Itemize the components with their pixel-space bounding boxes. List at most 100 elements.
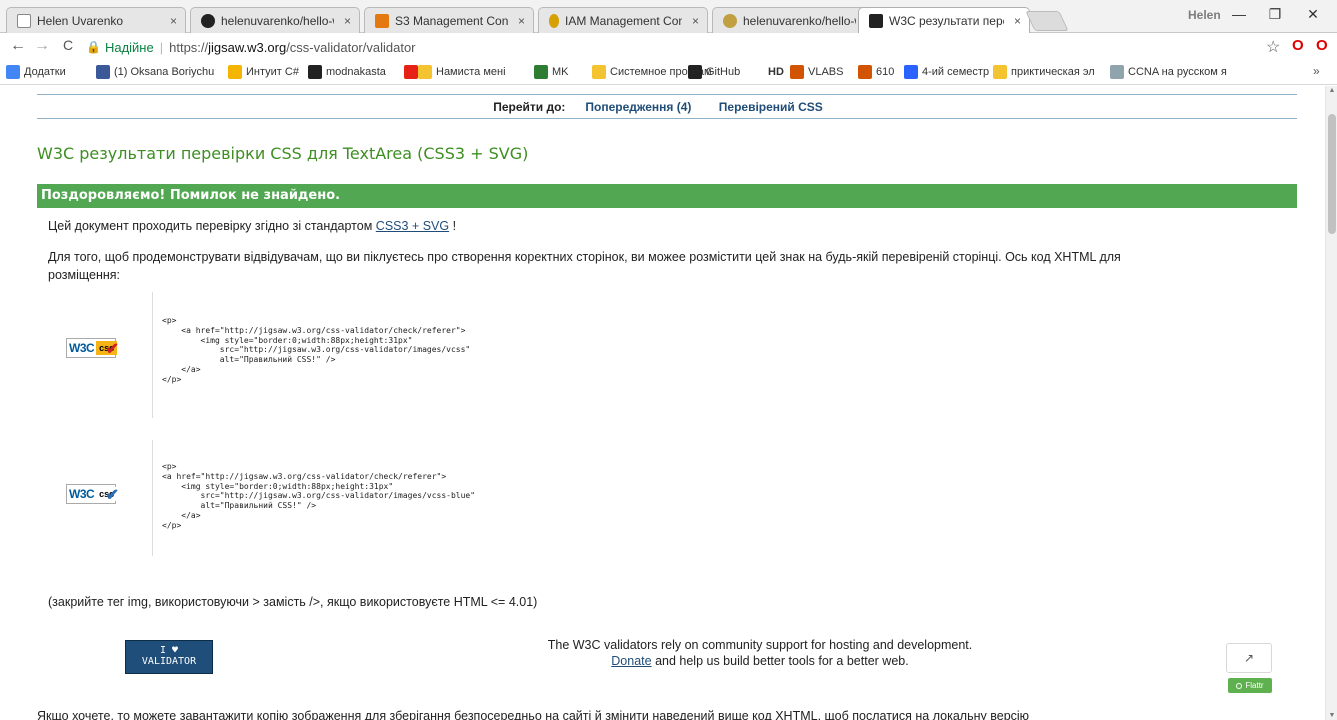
url-scheme: https:// <box>169 39 209 55</box>
close-icon[interactable]: × <box>1014 14 1021 28</box>
community-line2: and help us build better tools for a bet… <box>651 654 909 668</box>
address-separator: | <box>159 39 164 55</box>
community-support: The W3C validators rely on community sup… <box>480 637 1040 669</box>
valid-css-blue-badge[interactable]: W3C css ✔ <box>66 484 119 504</box>
bookmark-icon <box>858 65 872 79</box>
close-icon[interactable]: × <box>692 14 699 28</box>
bookmark-icon <box>404 65 418 79</box>
bookmark-icon <box>418 65 432 79</box>
tab-title: W3C результати перевір <box>889 14 1004 28</box>
close-icon[interactable]: × <box>170 14 177 28</box>
tab-strip: Helen Uvarenko × helenuvarenko/hello-wo … <box>0 0 1337 34</box>
bookmark-icon <box>228 65 242 79</box>
github-icon <box>201 13 215 28</box>
bookmark-item[interactable]: Додатки <box>6 65 66 79</box>
heart-line: I ♥ <box>159 645 179 656</box>
flattr-button[interactable]: Flattr <box>1228 678 1272 693</box>
checkmark-icon: ✔ <box>105 341 119 358</box>
opera-extension-icon[interactable]: O <box>1292 37 1304 54</box>
i-love-validator-logo[interactable]: I ♥ VALIDATOR <box>125 640 213 674</box>
maximize-button[interactable]: ❐ <box>1255 6 1295 23</box>
valid-end: ! <box>452 219 457 233</box>
bookmark-item[interactable]: Интуит C# <box>228 65 299 79</box>
w3c-logo-text: W3C <box>67 341 97 355</box>
bookmark-item[interactable]: 610 <box>858 65 894 79</box>
bookmark-label: VLABS <box>808 66 844 78</box>
jump-label: Перейти до: <box>493 99 566 114</box>
validated-css-link[interactable]: Перевірений CSS <box>719 100 823 114</box>
forward-button[interactable]: → <box>32 37 52 55</box>
url-path: /css-validator/validator <box>286 39 416 55</box>
bookmark-icon <box>790 65 804 79</box>
tab-github-1[interactable]: helenuvarenko/hello-wo × <box>190 7 360 33</box>
bookmark-label: 610 <box>876 66 895 78</box>
close-icon[interactable]: × <box>518 14 525 28</box>
bookmark-label: приктическая эл <box>1011 66 1095 78</box>
success-banner: Поздоровляємо! Помилок не знайдено. <box>37 184 1297 208</box>
bookmarks-bar: Додатки (1) Oksana Boriychu Интуит C# modna… <box>0 61 1337 85</box>
opera-extension-icon-2[interactable]: O <box>1316 37 1328 54</box>
profile-badge[interactable]: Helen <box>1188 8 1221 22</box>
warnings-link[interactable]: Попередження (4) <box>585 100 691 114</box>
bookmark-item[interactable]: HD <box>764 65 784 79</box>
flattr-icon <box>1236 682 1243 689</box>
window-close-button[interactable]: ✕ <box>1293 6 1333 23</box>
iam-icon <box>549 13 559 28</box>
tab-s3-console[interactable]: S3 Management Console × <box>364 7 534 33</box>
close-icon[interactable]: × <box>344 14 351 28</box>
tab-title: IAM Management Conso <box>565 13 682 28</box>
bookmark-star-icon[interactable]: ☆ <box>1266 37 1280 57</box>
bookmark-label: HD <box>768 66 784 78</box>
badge-text-line2: розміщення: <box>48 268 121 282</box>
address-bar[interactable]: 🔒 Надійне | https:// jigsaw.w3.org /css-… <box>86 36 1286 58</box>
bookmark-label: Додатки <box>24 66 66 78</box>
flattr-label: Flattr <box>1245 681 1264 690</box>
bookmark-item[interactable]: GitHub <box>688 65 740 79</box>
url-host: jigsaw.w3.org <box>208 39 287 55</box>
badge-blue-code-snippet: <p> <a href="http://jigsaw.w3.org/css-va… <box>152 440 475 556</box>
bookmark-icon <box>1110 65 1124 79</box>
bookmark-item[interactable]: MK <box>534 65 569 79</box>
jump-navigation: Перейти до: Попередження (4) Перевірений… <box>37 94 1297 119</box>
share-button[interactable]: ↗ <box>1226 643 1272 673</box>
bookmarks-overflow-button[interactable]: » <box>1313 64 1320 78</box>
bookmark-item[interactable]: modnakasta <box>308 65 386 79</box>
scroll-up-arrow[interactable]: ▲ <box>1326 87 1337 94</box>
page-icon <box>17 13 31 28</box>
tab-title: Helen Uvarenko <box>37 13 124 28</box>
toolbar: ← → C 🔒 Надійне | https:// jigsaw.w3.org… <box>0 33 1337 61</box>
tab-w3c-validator[interactable]: W3C результати перевір × <box>858 7 1030 34</box>
valid-css-badge[interactable]: W3C css ✔ <box>66 338 119 358</box>
back-button[interactable]: ← <box>8 37 28 55</box>
donate-link[interactable]: Donate <box>611 654 651 668</box>
minimize-button[interactable]: — <box>1219 6 1259 22</box>
bookmark-icon <box>993 65 1007 79</box>
tab-github-2[interactable]: helenuvarenko/hello-wo × <box>712 7 882 33</box>
bookmark-label: (1) Oksana Boriychu <box>114 66 215 78</box>
page-scrollbar[interactable]: ▲ ▼ <box>1325 86 1337 720</box>
download-instructions: Якщо хочете, то можете завантажити копію… <box>37 709 1030 720</box>
bookmark-item[interactable]: 4-ий семестр <box>904 65 989 79</box>
bookmark-item[interactable]: Намиста мені <box>418 65 506 79</box>
tab-iam-console[interactable]: IAM Management Conso × <box>538 7 708 33</box>
css-profile-link[interactable]: CSS3 + SVG <box>376 219 449 233</box>
tab-helen-uvarenko[interactable]: Helen Uvarenko × <box>6 7 186 33</box>
scroll-down-arrow[interactable]: ▼ <box>1326 712 1337 719</box>
bookmark-icon <box>308 65 322 79</box>
external-link-icon: ↗ <box>1243 651 1255 665</box>
validator-page: Перейти до: Попередження (4) Перевірений… <box>0 86 1325 720</box>
aws-s3-icon <box>375 13 389 28</box>
bookmark-item[interactable]: VLABS <box>790 65 843 79</box>
bookmark-item[interactable]: (1) Oksana Boriychu <box>96 65 214 79</box>
bookmark-icon <box>592 65 606 79</box>
bookmark-item[interactable]: CCNA на русском я <box>1110 65 1227 79</box>
new-tab-button[interactable] <box>1025 11 1069 31</box>
octocat-icon <box>723 13 737 28</box>
reload-button[interactable]: C <box>58 37 78 53</box>
bookmark-item[interactable]: приктическая эл <box>993 65 1095 79</box>
bookmark-label: CCNA на русском я <box>1128 66 1227 78</box>
bookmark-label: Интуит C# <box>246 66 299 78</box>
scrollbar-thumb[interactable] <box>1328 114 1336 234</box>
badge-code-snippet: <p> <a href="http://jigsaw.w3.org/css-va… <box>152 292 470 418</box>
bookmark-label: modnakasta <box>326 66 386 78</box>
